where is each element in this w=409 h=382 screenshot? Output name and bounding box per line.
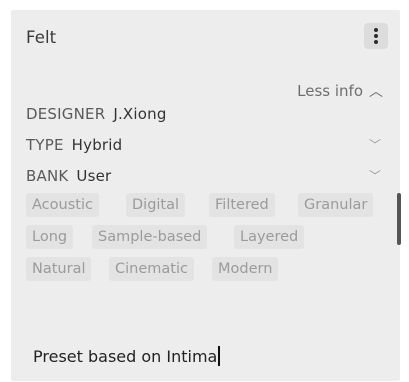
- tag-chip[interactable]: Digital: [126, 193, 186, 217]
- bank-row[interactable]: BANK User: [26, 167, 111, 185]
- less-info-toggle[interactable]: Less info ︿: [297, 81, 383, 101]
- tag-chip[interactable]: Natural: [26, 257, 92, 281]
- text-caret: [218, 346, 220, 366]
- tag-chip[interactable]: Modern: [212, 257, 279, 281]
- more-options-button[interactable]: [364, 23, 388, 49]
- tag-chip[interactable]: Sample-based: [92, 225, 208, 249]
- designer-row: DESIGNER J.Xiong: [26, 105, 167, 123]
- description-text: Preset based on Intima: [33, 347, 218, 366]
- bank-value[interactable]: User: [76, 167, 111, 185]
- chevron-up-icon: ︿: [369, 84, 383, 100]
- tag-chip[interactable]: Filtered: [209, 193, 275, 217]
- tag-chip[interactable]: Long: [26, 225, 74, 249]
- bank-key: BANK: [26, 167, 69, 185]
- tag-chip[interactable]: Granular: [298, 193, 374, 217]
- kebab-menu-icon-dot: [374, 34, 378, 38]
- type-row[interactable]: TYPE Hybrid: [26, 136, 122, 154]
- tag-chip[interactable]: Layered: [234, 225, 305, 249]
- kebab-menu-icon: [374, 28, 378, 32]
- kebab-menu-icon-dot: [374, 40, 378, 44]
- description-field[interactable]: Preset based on Intima: [33, 346, 220, 366]
- tag-chip[interactable]: Cinematic: [109, 257, 194, 281]
- type-value[interactable]: Hybrid: [72, 136, 123, 154]
- chevron-down-icon[interactable]: ﹀: [369, 136, 381, 153]
- preset-info-panel: Felt Less info ︿ DESIGNER J.Xiong TYPE Hybr…: [11, 10, 401, 381]
- less-info-label: Less info: [297, 82, 363, 100]
- tag-chip[interactable]: Acoustic: [26, 193, 99, 217]
- designer-key: DESIGNER: [26, 105, 106, 123]
- chevron-down-icon[interactable]: ﹀: [369, 167, 381, 184]
- tag-list-scrollbar[interactable]: [397, 193, 401, 245]
- preset-name[interactable]: Felt: [26, 28, 56, 47]
- designer-value: J.Xiong: [113, 105, 167, 123]
- type-key: TYPE: [26, 136, 64, 154]
